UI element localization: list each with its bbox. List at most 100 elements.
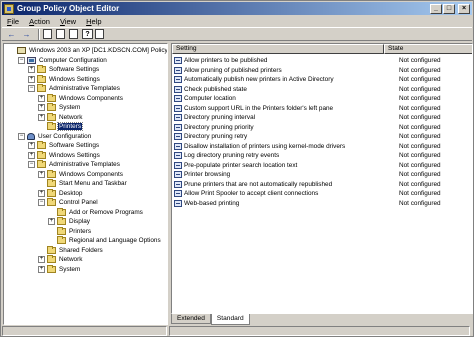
tree-expander-icon[interactable]: +	[38, 170, 45, 178]
setting-state: Not configured	[399, 171, 441, 179]
setting-name: Computer location	[184, 95, 236, 103]
tree-expander-icon[interactable]: +	[28, 66, 35, 74]
folder-icon	[47, 264, 56, 273]
menu-help[interactable]: Help	[81, 17, 106, 26]
tree-expander-icon[interactable]: +	[38, 104, 45, 112]
policy-setting-icon	[174, 171, 182, 179]
tree-expander-icon[interactable]: +	[28, 151, 35, 159]
tree-item[interactable]: + Network	[38, 255, 83, 265]
tab-standard[interactable]: Standard	[210, 314, 250, 325]
setting-row[interactable]: Allow Print Spooler to accept client con…	[172, 189, 472, 199]
tree-item[interactable]: Printers	[48, 226, 92, 237]
tree-item[interactable]: Start Menu and Taskbar	[38, 179, 128, 189]
back-arrow-icon[interactable]: ←	[5, 29, 18, 40]
setting-row[interactable]: Disallow installation of printers using …	[172, 142, 472, 152]
setting-row[interactable]: Directory pruning priority Not configured	[172, 123, 472, 133]
tree-expander-icon[interactable]: +	[38, 189, 45, 197]
tree-item-label: Display	[69, 218, 90, 226]
setting-row[interactable]: Prune printers that are not automaticall…	[172, 180, 472, 190]
tree-expander-icon[interactable]: +	[38, 256, 45, 264]
setting-row[interactable]: Computer location Not configured	[172, 94, 472, 104]
setting-name: Directory pruning priority	[184, 123, 254, 131]
tree-item[interactable]: − Control Panel	[38, 198, 99, 208]
folder-icon	[47, 122, 56, 131]
tree-expander-icon[interactable]: +	[38, 265, 45, 273]
tree-item[interactable]: + Windows Settings	[28, 74, 101, 85]
tree-item[interactable]: − Administrative Templates	[28, 160, 121, 170]
tree-item[interactable]: − User Configuration	[18, 132, 92, 142]
setting-row[interactable]: Log directory pruning retry events Not co…	[172, 151, 472, 161]
tree-item[interactable]: + Software Settings	[28, 141, 100, 151]
setting-row[interactable]: Pre-populate printer search location tex…	[172, 161, 472, 171]
setting-state: Not configured	[399, 76, 441, 84]
tree-expander-icon[interactable]: +	[28, 75, 35, 83]
menu-file[interactable]: File	[2, 17, 24, 26]
folder-icon	[57, 217, 66, 226]
up-folder-icon[interactable]	[43, 29, 52, 39]
tree-item[interactable]: + System	[38, 103, 81, 113]
tree-item[interactable]: + Windows Settings	[28, 150, 101, 161]
setting-row[interactable]: Allow printers to be published Not config…	[172, 56, 472, 66]
tree-item-label: Control Panel	[59, 199, 98, 207]
tree-item[interactable]: Printers	[38, 122, 84, 132]
tree-item[interactable]: − Computer Configuration	[18, 56, 108, 66]
tree-expander-icon[interactable]: −	[28, 85, 35, 93]
setting-row[interactable]: Web-based printing Not configured	[172, 199, 472, 209]
user-icon	[27, 132, 35, 140]
setting-row[interactable]: Automatically publish new printers in Ac…	[172, 75, 472, 85]
tree-item[interactable]: + Display	[48, 217, 91, 227]
tree-expander-icon[interactable]: −	[18, 56, 25, 64]
tree-item[interactable]: + Windows Components	[38, 93, 124, 104]
tab-extended[interactable]: Extended	[171, 314, 211, 324]
menu-view[interactable]: View	[55, 17, 81, 26]
tree-item[interactable]: Windows 2003 an XP [DC1.KDSCN.COM] Polic…	[8, 46, 167, 56]
setting-row[interactable]: Check published state Not configured	[172, 85, 472, 95]
tree-expander-icon[interactable]: +	[28, 142, 35, 150]
setting-row[interactable]: Allow pruning of published printers Not c…	[172, 66, 472, 76]
tree-item[interactable]: Shared Folders	[38, 245, 104, 256]
menu-action[interactable]: Action	[24, 17, 55, 26]
tree-expander-icon[interactable]: −	[38, 199, 45, 207]
title-bar[interactable]: Group Policy Object Editor _ □ ×	[2, 2, 472, 15]
column-header-setting[interactable]: Setting	[172, 44, 384, 54]
tree-item[interactable]: − Administrative Templates	[28, 84, 121, 94]
tree-item[interactable]: Regional and Language Options	[48, 236, 162, 246]
tree-item[interactable]: Add or Remove Programs	[48, 207, 144, 218]
setting-name: Web-based printing	[184, 199, 240, 207]
tree-item-label: Windows Components	[59, 94, 123, 102]
setting-row[interactable]: Custom support URL in the Printers folde…	[172, 104, 472, 114]
help-icon[interactable]: ?	[82, 29, 93, 39]
console-tree[interactable]: Windows 2003 an XP [DC1.KDSCN.COM] Polic…	[3, 43, 168, 325]
setting-row[interactable]: Printer browsing Not configured	[172, 170, 472, 180]
tree-expander-icon[interactable]: +	[38, 94, 45, 102]
policy-setting-icon	[174, 95, 182, 103]
tree-item[interactable]: + Desktop	[38, 188, 83, 199]
tree-item-label: Windows Components	[59, 170, 123, 178]
show-tree-icon[interactable]	[56, 29, 65, 39]
policy-setting-icon	[174, 180, 182, 188]
tree-item[interactable]: + Software Settings	[28, 65, 100, 75]
column-header-state[interactable]: State	[384, 44, 472, 54]
settings-list[interactable]: Setting State Allow printers to be publi…	[171, 43, 473, 314]
group-policy-icon	[4, 3, 14, 14]
tree-expander-icon[interactable]: −	[28, 161, 35, 169]
maximize-button[interactable]: □	[443, 3, 455, 14]
tree-expander-icon[interactable]: +	[38, 113, 45, 121]
export-list-icon[interactable]	[69, 29, 78, 39]
close-button[interactable]: ×	[458, 3, 470, 14]
tree-expander-icon[interactable]: +	[48, 218, 55, 226]
tree-expander-icon[interactable]: −	[18, 132, 25, 140]
forward-arrow-icon[interactable]: →	[20, 29, 33, 40]
setting-state: Not configured	[399, 142, 441, 150]
setting-row[interactable]: Directory pruning retry Not configured	[172, 132, 472, 142]
minimize-button[interactable]: _	[430, 3, 442, 14]
policy-setting-icon	[174, 66, 182, 74]
setting-row[interactable]: Directory pruning interval Not configured	[172, 113, 472, 123]
tree-item[interactable]: + Windows Components	[38, 169, 124, 180]
tree-item[interactable]: + System	[38, 264, 81, 275]
tree-item[interactable]: + Network	[38, 112, 83, 123]
properties-icon[interactable]	[95, 29, 104, 39]
